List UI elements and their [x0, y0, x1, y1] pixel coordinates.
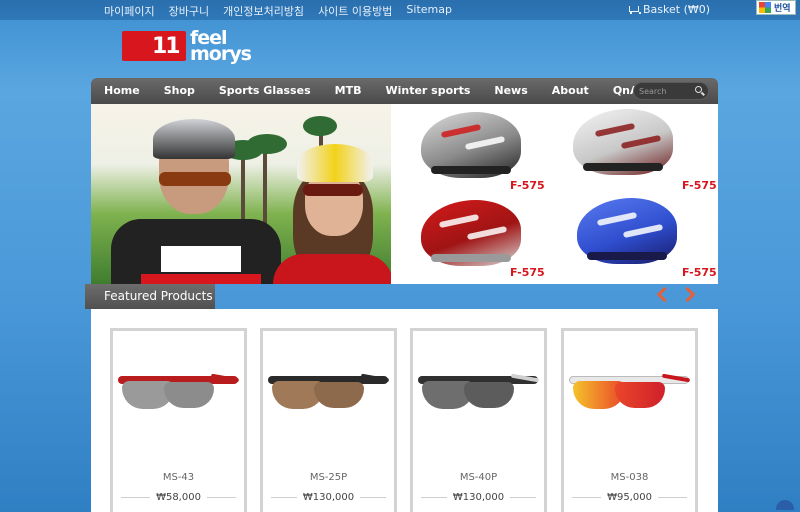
translate-button[interactable]: 번역	[756, 0, 796, 15]
helmet-product-3	[421, 200, 521, 272]
divider	[271, 497, 297, 498]
site-logo[interactable]: 11 feel morys	[122, 29, 252, 65]
male-cyclist	[111, 119, 281, 284]
helmet-product-2	[573, 109, 673, 181]
product-image[interactable]	[263, 331, 394, 461]
product-price: ₩58,000	[156, 492, 201, 503]
helmet-product-4	[577, 198, 677, 270]
product-card[interactable]: MS-40P ₩130,000	[410, 328, 547, 512]
nav-item-about[interactable]: About	[552, 84, 589, 97]
product-card[interactable]: MS-43 ₩58,000	[110, 328, 247, 512]
helmet-product-1	[421, 112, 521, 184]
logo-mark: 11	[122, 31, 186, 61]
basket-link[interactable]: Basket (₩0)	[628, 3, 710, 16]
product-name[interactable]: MS-25P	[263, 472, 394, 483]
chat-widget-icon[interactable]	[776, 500, 794, 510]
nav-item-home[interactable]: Home	[104, 84, 140, 97]
hero-banner[interactable]: F-575 F-575 F-575 F-575	[91, 104, 718, 284]
product-image[interactable]	[113, 331, 244, 461]
featured-products-tab: Featured Products	[85, 284, 215, 309]
privacy-link[interactable]: 개인정보처리방침	[223, 3, 304, 19]
helmet-model-label: F-575	[682, 179, 717, 192]
nav-item-shop[interactable]: Shop	[164, 84, 195, 97]
top-bar: 마이페이지 장바구니 개인정보처리방침 사이트 이용방법 Sitemap Bas…	[0, 0, 800, 20]
next-arrow-icon[interactable]	[684, 287, 694, 301]
logo-line2: morys	[190, 43, 252, 65]
helmet-model-label: F-575	[682, 266, 717, 279]
nav-item-sports-glasses[interactable]: Sports Glasses	[219, 84, 311, 97]
divider	[657, 497, 688, 498]
nav-search	[633, 82, 709, 100]
nav-items: Home Shop Sports Glasses MTB Winter spor…	[104, 84, 639, 97]
logo-mark-text: 11	[152, 34, 181, 59]
sunglasses-image	[266, 366, 391, 426]
divider	[121, 497, 151, 498]
divider	[510, 497, 536, 498]
product-name[interactable]: MS-038	[564, 472, 695, 483]
divider	[206, 497, 237, 498]
price-row: ₩130,000	[421, 492, 536, 503]
divider	[421, 497, 447, 498]
sitemap-link[interactable]: Sitemap	[406, 3, 452, 19]
product-price: ₩95,000	[607, 492, 652, 503]
cart-icon	[628, 5, 641, 14]
product-image[interactable]	[413, 331, 544, 461]
sunglasses-image	[416, 366, 541, 426]
product-price: ₩130,000	[302, 492, 355, 503]
product-card[interactable]: MS-25P ₩130,000	[260, 328, 397, 512]
google-translate-icon	[759, 2, 771, 13]
product-name[interactable]: MS-43	[113, 472, 244, 483]
product-card[interactable]: MS-038 ₩95,000	[561, 328, 698, 512]
price-row: ₩95,000	[572, 492, 688, 503]
search-input[interactable]	[639, 85, 689, 97]
divider	[572, 497, 602, 498]
price-row: ₩58,000	[121, 492, 237, 503]
price-row: ₩130,000	[271, 492, 386, 503]
cyclists-photo	[91, 104, 391, 284]
search-icon[interactable]	[695, 86, 702, 93]
mypage-link[interactable]: 마이페이지	[104, 3, 155, 19]
sunglasses-image	[567, 366, 692, 426]
helmet-model-label: F-575	[510, 179, 545, 192]
basket-label: Basket (₩0)	[643, 3, 711, 16]
product-name[interactable]: MS-40P	[413, 472, 544, 483]
featured-title: Featured Products	[104, 289, 213, 303]
nav-item-news[interactable]: News	[494, 84, 527, 97]
main-nav: Home Shop Sports Glasses MTB Winter spor…	[91, 78, 718, 104]
product-image[interactable]	[564, 331, 695, 461]
helmet-model-label: F-575	[510, 266, 545, 279]
logo-wordmark: feel morys	[190, 29, 252, 65]
cart-link[interactable]: 장바구니	[169, 3, 209, 19]
female-cyclist	[273, 144, 391, 284]
guide-link[interactable]: 사이트 이용방법	[318, 3, 392, 19]
divider	[360, 497, 386, 498]
nav-item-mtb[interactable]: MTB	[335, 84, 362, 97]
prev-arrow-icon[interactable]	[657, 287, 667, 301]
top-links: 마이페이지 장바구니 개인정보처리방침 사이트 이용방법 Sitemap	[104, 3, 452, 19]
palm-leaves	[303, 116, 337, 136]
product-price: ₩130,000	[452, 492, 505, 503]
sunglasses-image	[116, 366, 241, 426]
nav-item-winter-sports[interactable]: Winter sports	[385, 84, 470, 97]
translate-label: 번역	[774, 4, 791, 14]
